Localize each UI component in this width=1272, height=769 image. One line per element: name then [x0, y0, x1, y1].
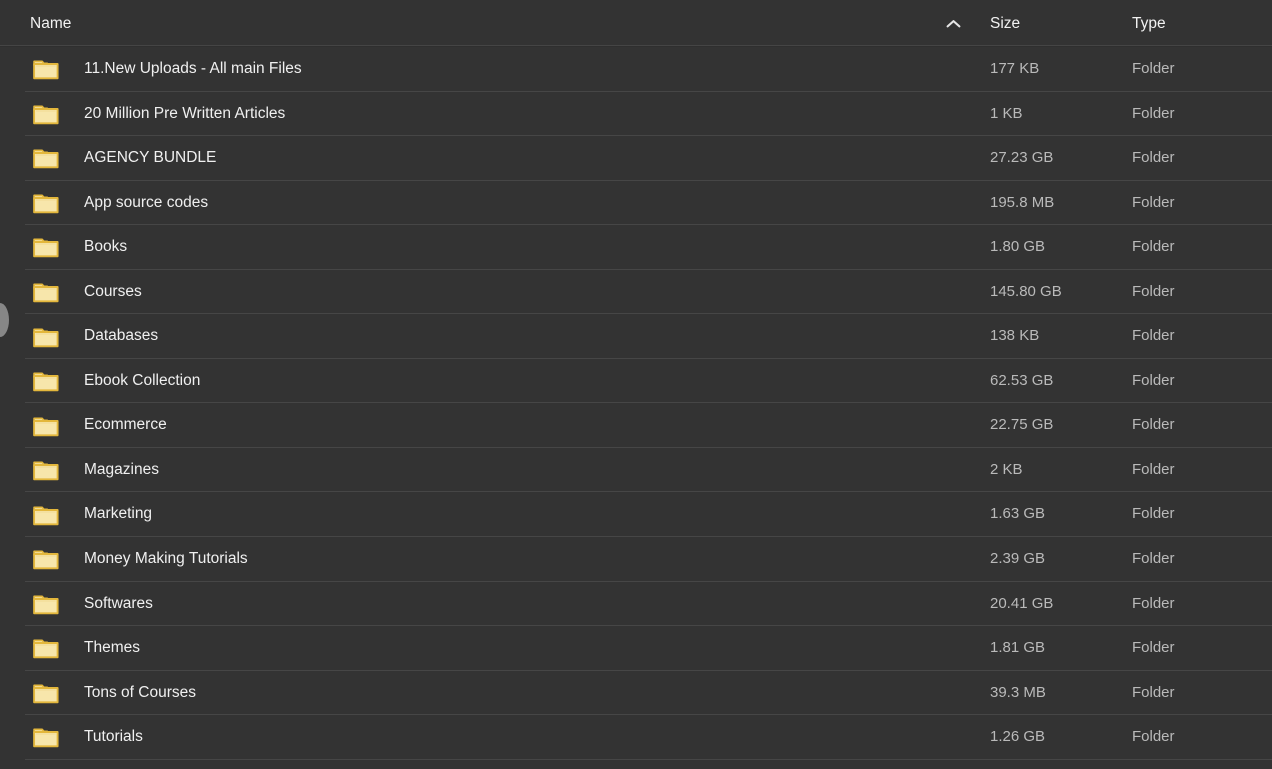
table-row[interactable]: Ebook Collection 62.53 GB Folder: [0, 359, 1272, 404]
file-size: 145.80 GB: [990, 270, 1062, 315]
folder-icon: [33, 548, 59, 570]
table-row[interactable]: 11.New Uploads - All main Files 177 KB F…: [0, 47, 1272, 92]
file-type: Folder: [1132, 626, 1175, 671]
table-row[interactable]: Money Making Tutorials 2.39 GB Folder: [0, 537, 1272, 582]
table-row[interactable]: Tutorials 1.26 GB Folder: [0, 715, 1272, 760]
file-name: Courses: [84, 270, 142, 315]
column-header-row: Name Size Type: [0, 0, 1272, 47]
table-row[interactable]: AGENCY BUNDLE 27.23 GB Folder: [0, 136, 1272, 181]
file-name: Softwares: [84, 582, 153, 627]
folder-icon: [33, 459, 59, 481]
folder-icon: [33, 726, 59, 748]
column-header-name[interactable]: Name: [30, 0, 71, 47]
file-name: Databases: [84, 314, 158, 359]
file-name: Marketing: [84, 492, 152, 537]
file-size: 39.3 MB: [990, 671, 1046, 716]
column-header-size[interactable]: Size: [990, 0, 1020, 47]
file-name: Ecommerce: [84, 403, 167, 448]
folder-icon: [33, 326, 59, 348]
folder-icon: [33, 58, 59, 80]
file-type: Folder: [1132, 225, 1175, 270]
table-row[interactable]: 20 Million Pre Written Articles 1 KB Fol…: [0, 92, 1272, 137]
file-name: 20 Million Pre Written Articles: [84, 92, 285, 137]
file-type: Folder: [1132, 582, 1175, 627]
file-type: Folder: [1132, 671, 1175, 716]
folder-icon: [33, 504, 59, 526]
sort-ascending-icon[interactable]: [941, 0, 965, 47]
file-name: App source codes: [84, 181, 208, 226]
file-size: 1.26 GB: [990, 715, 1045, 760]
file-size: 1.81 GB: [990, 626, 1045, 671]
file-type: Folder: [1132, 448, 1175, 493]
file-type: Folder: [1132, 136, 1175, 181]
file-size: 138 KB: [990, 314, 1039, 359]
file-size: 20.41 GB: [990, 582, 1053, 627]
file-size: 62.53 GB: [990, 359, 1053, 404]
file-type: Folder: [1132, 403, 1175, 448]
file-name: Magazines: [84, 448, 159, 493]
file-list-view: Name Size Type 11.New Uploads - All main…: [0, 0, 1272, 769]
folder-icon: [33, 415, 59, 437]
file-type: Folder: [1132, 314, 1175, 359]
file-type: Folder: [1132, 181, 1175, 226]
file-type: Folder: [1132, 92, 1175, 137]
file-size: 1.63 GB: [990, 492, 1045, 537]
file-type: Folder: [1132, 359, 1175, 404]
file-size: 1.80 GB: [990, 225, 1045, 270]
table-row[interactable]: Marketing 1.63 GB Folder: [0, 492, 1272, 537]
file-name: AGENCY BUNDLE: [84, 136, 216, 181]
folder-icon: [33, 192, 59, 214]
file-size: 177 KB: [990, 47, 1039, 92]
file-name: Tutorials: [84, 715, 143, 760]
folder-icon: [33, 593, 59, 615]
table-row[interactable]: Magazines 2 KB Folder: [0, 448, 1272, 493]
file-name: Themes: [84, 626, 140, 671]
folder-icon: [33, 236, 59, 258]
table-row[interactable]: App source codes 195.8 MB Folder: [0, 181, 1272, 226]
table-row[interactable]: Tons of Courses 39.3 MB Folder: [0, 671, 1272, 716]
folder-icon: [33, 637, 59, 659]
table-row[interactable]: Ecommerce 22.75 GB Folder: [0, 403, 1272, 448]
folder-icon: [33, 103, 59, 125]
file-size: 27.23 GB: [990, 136, 1053, 181]
column-header-type[interactable]: Type: [1132, 0, 1166, 47]
folder-icon: [33, 370, 59, 392]
file-type: Folder: [1132, 270, 1175, 315]
table-row[interactable]: Themes 1.81 GB Folder: [0, 626, 1272, 671]
file-type: Folder: [1132, 537, 1175, 582]
table-row[interactable]: Softwares 20.41 GB Folder: [0, 582, 1272, 627]
file-type: Folder: [1132, 492, 1175, 537]
file-name: Tons of Courses: [84, 671, 196, 716]
file-rows-container: 11.New Uploads - All main Files 177 KB F…: [0, 47, 1272, 760]
table-row[interactable]: Books 1.80 GB Folder: [0, 225, 1272, 270]
folder-icon: [33, 281, 59, 303]
file-size: 2 KB: [990, 448, 1023, 493]
file-size: 22.75 GB: [990, 403, 1053, 448]
file-name: Money Making Tutorials: [84, 537, 248, 582]
file-type: Folder: [1132, 47, 1175, 92]
file-name: 11.New Uploads - All main Files: [84, 47, 302, 92]
table-row[interactable]: Databases 138 KB Folder: [0, 314, 1272, 359]
file-size: 2.39 GB: [990, 537, 1045, 582]
file-size: 1 KB: [990, 92, 1023, 137]
folder-icon: [33, 682, 59, 704]
table-row[interactable]: Courses 145.80 GB Folder: [0, 270, 1272, 315]
file-name: Books: [84, 225, 127, 270]
file-name: Ebook Collection: [84, 359, 200, 404]
folder-icon: [33, 147, 59, 169]
file-size: 195.8 MB: [990, 181, 1054, 226]
file-type: Folder: [1132, 715, 1175, 760]
